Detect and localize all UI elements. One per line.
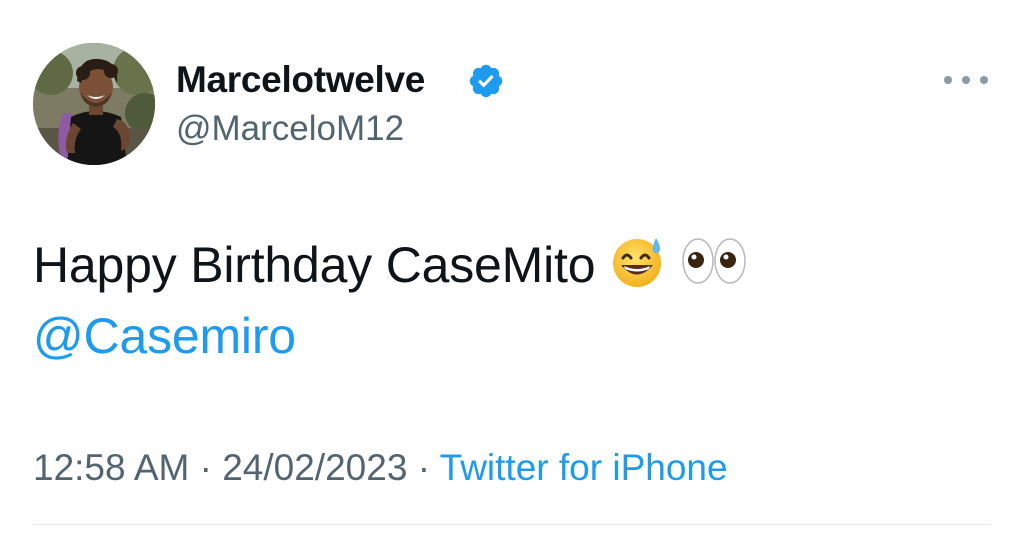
verified-badge-icon — [469, 64, 503, 98]
tweet-text: Happy Birthday CaseMito — [33, 232, 747, 295]
tweet-time[interactable]: 12:58 AM — [33, 447, 189, 488]
mention-link[interactable]: @Casemiro — [33, 306, 296, 366]
divider — [33, 524, 991, 525]
tweet-source-link[interactable]: Twitter for iPhone — [440, 447, 728, 488]
eyes-icon — [681, 238, 746, 284]
meta-separator: · — [199, 447, 212, 488]
more-dot-icon — [944, 76, 952, 84]
author-handle[interactable]: @MarceloM12 — [176, 108, 404, 150]
tweet-date[interactable]: 24/02/2023 — [222, 447, 407, 488]
author-display-name[interactable]: Marcelotwelve — [176, 58, 425, 102]
profile-photo-icon — [33, 43, 155, 165]
tweet-card: Marcelotwelve @MarceloM12 Happy Birthday… — [0, 0, 1024, 537]
avatar[interactable] — [33, 43, 155, 165]
tweet-metadata: 12:58 AM · 24/02/2023 · Twitter for iPho… — [33, 446, 728, 490]
more-dot-icon — [980, 76, 988, 84]
grinning-face-with-sweat-icon — [613, 238, 662, 287]
meta-separator: · — [417, 447, 431, 488]
tweet-text-content: Happy Birthday CaseMito — [33, 237, 596, 293]
more-dot-icon — [962, 76, 970, 84]
more-options-button[interactable] — [944, 68, 988, 92]
